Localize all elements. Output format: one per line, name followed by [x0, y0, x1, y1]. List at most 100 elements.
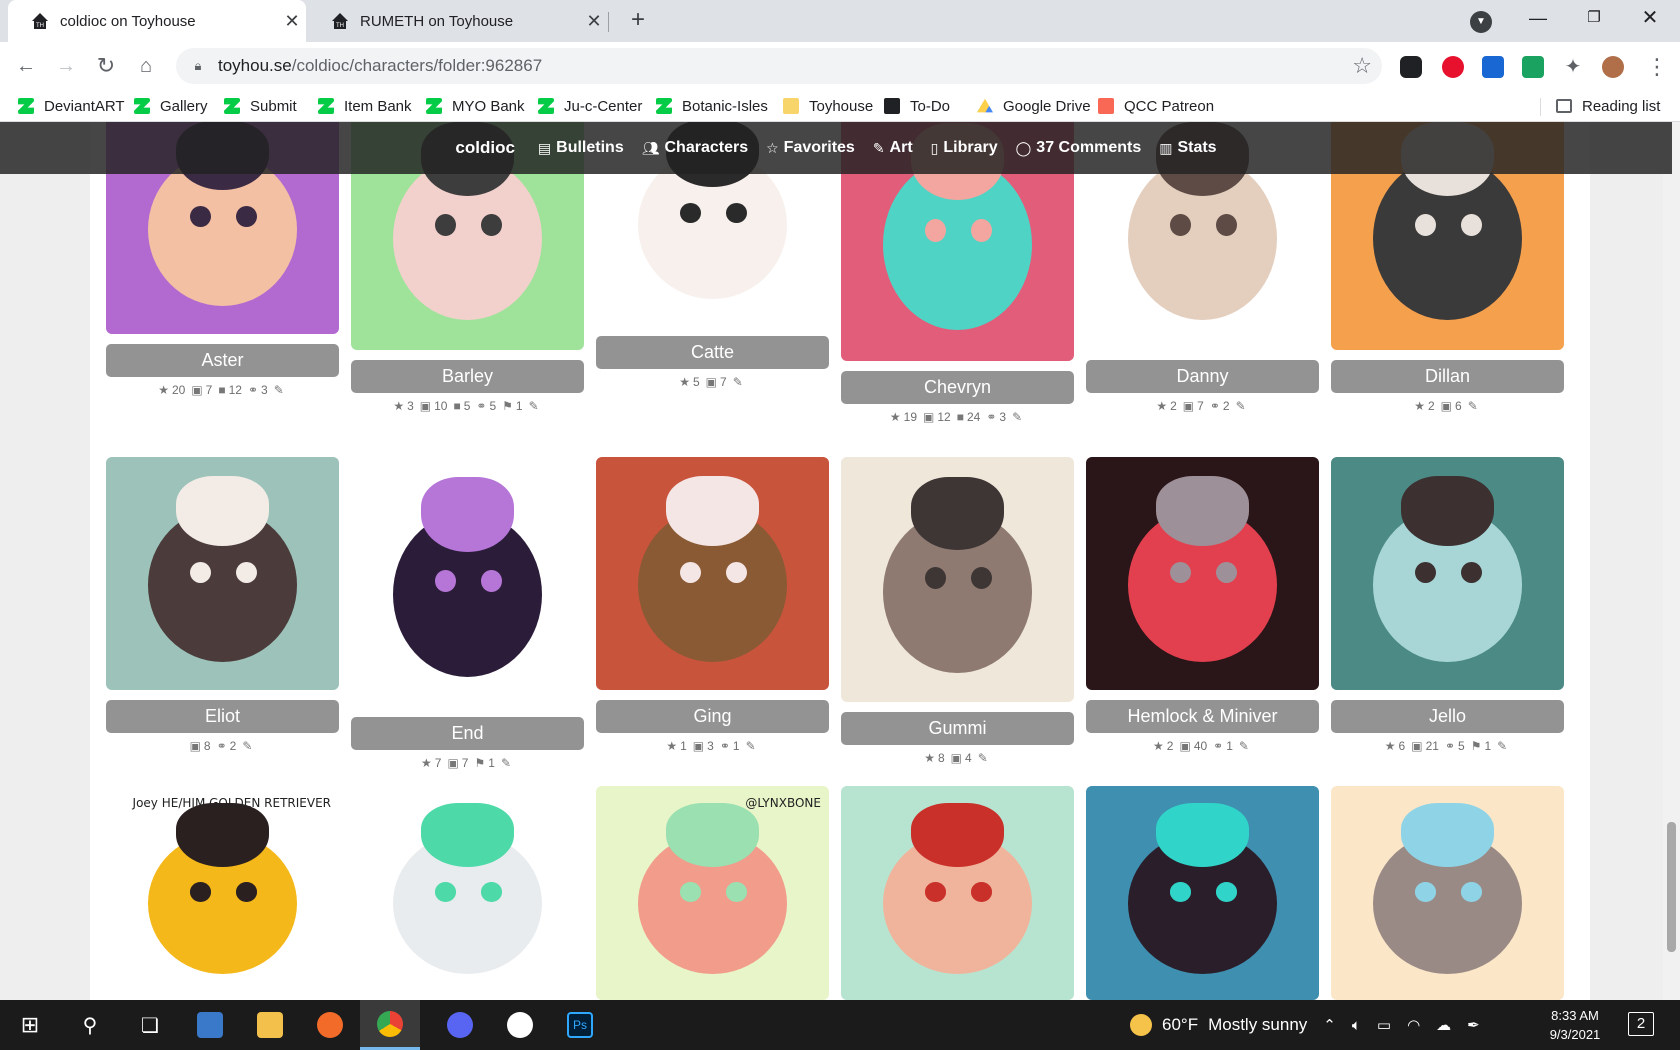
stat-item[interactable]: ✎	[1468, 399, 1481, 413]
character-name-button[interactable]: Ging	[596, 700, 829, 733]
character-thumbnail[interactable]	[841, 457, 1074, 702]
reading-list-button[interactable]: Reading list	[1556, 94, 1660, 118]
close-tab-icon[interactable]: ✕	[278, 11, 306, 32]
stat-item[interactable]: ✎	[1239, 739, 1252, 753]
stat-item[interactable]: ✎	[242, 739, 255, 753]
nav-bulletins[interactable]: ▤ Bulletins	[538, 139, 624, 157]
character-card[interactable]	[1086, 786, 1319, 1000]
character-name-button[interactable]: Chevryn	[841, 371, 1074, 404]
task-view-button[interactable]: ❏	[120, 1000, 180, 1050]
character-card[interactable]: Joey HE/HIM GOLDEN RETRIEVER	[106, 786, 339, 1000]
character-thumbnail[interactable]: Joey HE/HIM GOLDEN RETRIEVER	[106, 786, 339, 1000]
character-card[interactable]: Hemlock & Miniver ★ 2 ▣ 40 ⚭ 1 ✎	[1086, 457, 1319, 753]
discord-button[interactable]	[430, 1000, 490, 1050]
character-name-button[interactable]: Barley	[351, 360, 584, 393]
character-card[interactable]: Ging ★ 1 ▣ 3 ⚭ 1 ✎	[596, 457, 829, 753]
nav-username[interactable]: coldioc	[455, 138, 515, 158]
nav-favorites[interactable]: ☆ Favorites	[766, 139, 855, 157]
stat-item[interactable]: ✎	[733, 375, 746, 389]
stat-item[interactable]: ✎	[274, 383, 287, 397]
extension-icon[interactable]	[1400, 56, 1422, 78]
volume-icon[interactable]: 🔈︎	[1352, 1017, 1361, 1034]
bookmark-item[interactable]: QCC Patreon	[1098, 94, 1214, 118]
reload-button[interactable]: ↻	[90, 50, 122, 82]
url-text[interactable]: toyhou.se/coldioc/characters/folder:9628…	[218, 56, 542, 76]
clock[interactable]: 8:33 AM 9/3/2021	[1530, 1006, 1620, 1044]
nav-library[interactable]: ▯ Library	[931, 139, 998, 157]
profile-avatar[interactable]	[1602, 56, 1624, 78]
tab-search-button[interactable]: ▼	[1470, 11, 1492, 33]
notification-center-button[interactable]: 2	[1628, 1012, 1654, 1036]
battery-icon[interactable]: ▭	[1377, 1016, 1391, 1034]
forward-button[interactable]: →	[50, 50, 82, 82]
scrollbar[interactable]	[1663, 122, 1680, 1000]
new-tab-button[interactable]: +	[624, 6, 652, 34]
stat-item[interactable]: ✎	[746, 739, 759, 753]
minimize-button[interactable]: —	[1510, 0, 1566, 38]
pen-icon[interactable]: ✒	[1467, 1016, 1480, 1034]
restore-button[interactable]: ❐	[1566, 0, 1622, 38]
character-thumbnail[interactable]: @LYNXBONE	[596, 786, 829, 1000]
character-card[interactable]: Gummi ★ 8 ▣ 4 ✎	[841, 457, 1074, 765]
nav-stats[interactable]: ▥ Stats	[1159, 139, 1216, 157]
bookmark-item[interactable]: To-Do	[884, 94, 950, 118]
character-card[interactable]	[1331, 786, 1564, 1000]
lock-icon[interactable]: 🔒︎	[190, 58, 206, 74]
character-name-button[interactable]: Hemlock & Miniver	[1086, 700, 1319, 733]
stat-item[interactable]: ✎	[1497, 739, 1510, 753]
character-thumbnail[interactable]	[351, 786, 584, 1000]
character-card[interactable]: Eliot ▣ 8 ⚭ 2 ✎	[106, 457, 339, 753]
bookmark-item[interactable]: MYO Bank	[426, 94, 525, 118]
character-thumbnail[interactable]	[596, 457, 829, 690]
character-card[interactable]	[351, 786, 584, 1000]
bookmark-item[interactable]: Toyhouse	[783, 94, 873, 118]
app-button[interactable]	[490, 1000, 550, 1050]
extension-icon[interactable]	[1442, 56, 1464, 78]
character-name-button[interactable]: Gummi	[841, 712, 1074, 745]
nav-art[interactable]: ✎ Art	[873, 139, 913, 157]
character-thumbnail[interactable]	[1331, 457, 1564, 690]
character-card[interactable]: Jello ★ 6 ▣ 21 ⚭ 5 ⚑ 1 ✎	[1331, 457, 1564, 753]
character-card[interactable]	[841, 786, 1074, 1000]
scrollbar-thumb[interactable]	[1667, 822, 1676, 952]
wifi-icon[interactable]: ◠	[1407, 1016, 1420, 1034]
weather-condition[interactable]: Mostly sunny	[1208, 1015, 1307, 1035]
stat-item[interactable]: ✎	[1236, 399, 1249, 413]
chrome-button[interactable]	[360, 1000, 420, 1050]
bookmark-item[interactable]: Item Bank	[318, 94, 412, 118]
search-button[interactable]: ⚲	[60, 1000, 120, 1050]
character-thumbnail[interactable]	[351, 457, 584, 707]
character-thumbnail[interactable]	[1331, 786, 1564, 1000]
store-button[interactable]	[180, 1000, 240, 1050]
character-name-button[interactable]: Aster	[106, 344, 339, 377]
character-name-button[interactable]: End	[351, 717, 584, 750]
firefox-button[interactable]	[300, 1000, 360, 1050]
bookmark-item[interactable]: Botanic-Isles	[656, 94, 768, 118]
bookmark-item[interactable]: Submit	[224, 94, 297, 118]
stat-item[interactable]: ✎	[529, 399, 542, 413]
back-button[interactable]: ←	[10, 50, 42, 82]
tab-rumeth[interactable]: TH RUMETH on Toyhouse ✕	[308, 0, 608, 42]
character-name-button[interactable]: Jello	[1331, 700, 1564, 733]
character-thumbnail[interactable]	[841, 786, 1074, 1000]
character-name-button[interactable]: Danny	[1086, 360, 1319, 393]
bookmark-item[interactable]: Google Drive	[977, 94, 1091, 118]
cloud-icon[interactable]: ☁	[1436, 1016, 1451, 1034]
tab-coldioc[interactable]: TH coldioc on Toyhouse ✕	[8, 0, 306, 42]
weather-temperature[interactable]: 60°F	[1162, 1015, 1198, 1035]
close-window-button[interactable]: ✕	[1622, 0, 1678, 38]
chevron-up-icon[interactable]: ⌃	[1323, 1016, 1336, 1034]
bookmark-item[interactable]: Ju-c-Center	[538, 94, 642, 118]
home-button[interactable]: ⌂	[130, 50, 162, 82]
extension-icon[interactable]	[1522, 56, 1544, 78]
character-thumbnail[interactable]	[1086, 457, 1319, 690]
stat-item[interactable]: ✎	[978, 751, 991, 765]
character-card[interactable]: @LYNXBONE	[596, 786, 829, 1000]
bookmark-item[interactable]: Gallery	[134, 94, 208, 118]
character-card[interactable]: End ★ 7 ▣ 7 ⚑ 1 ✎	[351, 457, 584, 770]
photoshop-button[interactable]: Ps	[550, 1000, 610, 1050]
bookmark-star-icon[interactable]: ☆	[1352, 53, 1372, 79]
file-explorer-button[interactable]	[240, 1000, 300, 1050]
stat-item[interactable]: ✎	[501, 756, 514, 770]
character-name-button[interactable]: Eliot	[106, 700, 339, 733]
